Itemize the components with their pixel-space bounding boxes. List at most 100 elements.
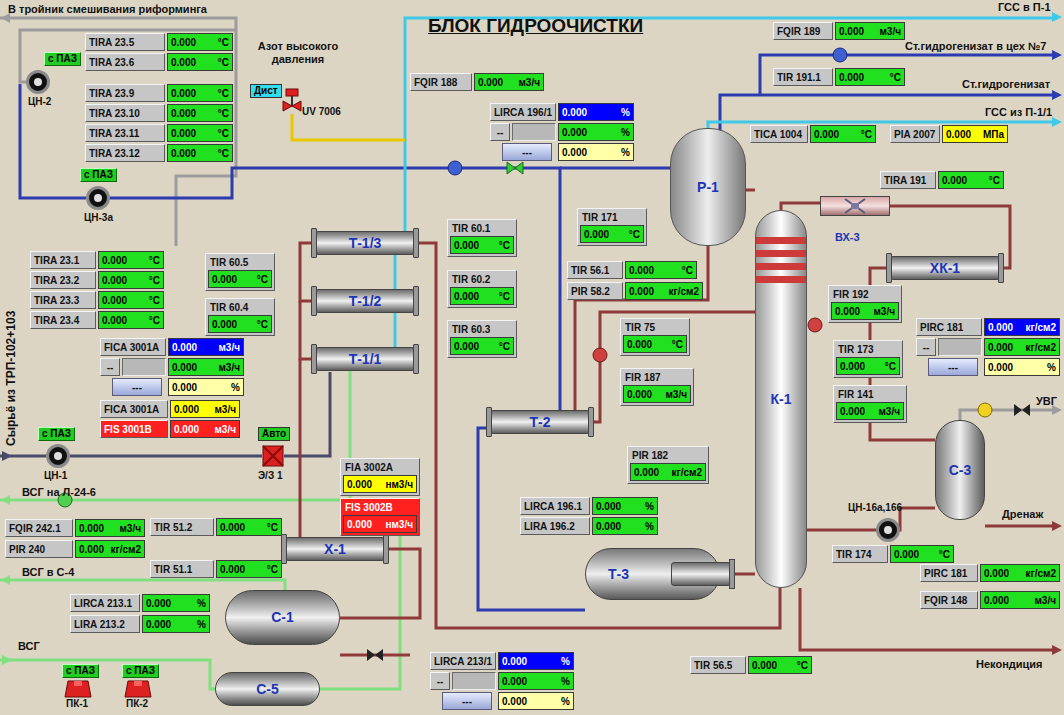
tag-unit: м3/ч	[873, 304, 895, 319]
tag-unit: кг/см2	[111, 542, 141, 557]
pump-icon[interactable]	[86, 186, 110, 210]
equipment[interactable]: Х-1	[285, 537, 385, 561]
tag-label: TIR 56.5	[690, 656, 746, 674]
equipment[interactable]: ХК-1	[890, 256, 1000, 280]
tag[interactable]: TIR 60.20.000°C	[447, 270, 517, 308]
tag-label: TIRA 191	[880, 171, 936, 189]
tag[interactable]: FQIR 1880.000м3/ч	[410, 73, 544, 91]
tag[interactable]: FQIR 1480.000м3/ч	[920, 591, 1060, 609]
setpoint-field[interactable]	[512, 123, 556, 141]
setpoint-field[interactable]	[452, 672, 496, 690]
pump-icon[interactable]	[876, 518, 900, 542]
tag[interactable]: TIR 60.40.000°C	[205, 298, 275, 336]
tag[interactable]: TIRA 23.40.000°C	[30, 311, 164, 329]
equipment[interactable]: Т-2	[490, 410, 590, 434]
tag[interactable]: FQIR 1890.000м3/ч	[773, 22, 905, 40]
controller-faceplate[interactable]: FICA 3001A0.000м3/ч--0.000м3/ч---0.000%	[100, 338, 244, 396]
tag[interactable]: FIR 1870.000м3/ч	[620, 368, 694, 406]
mode-badge[interactable]: Авто	[258, 427, 290, 441]
tag[interactable]: LIRA 196.20.000%	[520, 517, 658, 535]
tag[interactable]: PIA 20070.000МПа	[890, 125, 1008, 143]
equipment[interactable]: К-1	[755, 210, 807, 588]
tag[interactable]: LIRA 213.20.000%	[70, 615, 210, 633]
stream-label: В тройник смешивания риформинга	[8, 3, 207, 15]
mode-badge[interactable]: Дист	[250, 84, 282, 98]
tag[interactable]: TIR 51.10.000°C	[150, 560, 282, 578]
tag[interactable]: TIRA 23.50.000°C	[85, 33, 233, 51]
tag[interactable]: TIR 56.50.000°C	[690, 656, 812, 674]
controller-value: 0.000м3/ч	[168, 338, 244, 356]
equipment[interactable]: ВХ-3	[820, 196, 890, 216]
tag-reading: 0.000	[171, 86, 196, 101]
control-valve-icon[interactable]	[282, 88, 302, 114]
tag[interactable]: PIR 58.20.000кг/см2	[567, 282, 703, 300]
tag[interactable]: TIRA 23.110.000°C	[85, 124, 233, 142]
tag[interactable]: TIRA 23.20.000°C	[30, 271, 164, 289]
tag[interactable]: TIR 60.30.000°C	[447, 320, 517, 358]
tag-reading: 0.000	[171, 55, 196, 70]
output-button[interactable]: ---	[112, 378, 162, 396]
mode-button[interactable]: --	[100, 358, 120, 376]
equipment[interactable]: С-1	[225, 590, 340, 645]
tag[interactable]: PIR 1820.000кг/см2	[627, 446, 709, 484]
tag[interactable]: FICA 3001A0.000м3/ч	[100, 400, 240, 418]
output-button[interactable]: ---	[442, 692, 492, 710]
tag[interactable]: TIR 51.20.000°C	[150, 518, 282, 536]
compressor-icon[interactable]	[124, 680, 152, 698]
tag[interactable]: TIR 1740.000°C	[832, 545, 954, 563]
tag[interactable]: TIR 191.10.000°C	[773, 68, 905, 86]
tag[interactable]: TIR 60.50.000°C	[205, 253, 275, 291]
tag[interactable]: FQIR 242.10.000м3/ч	[5, 519, 145, 537]
tag[interactable]: TIRA 23.100.000°C	[85, 104, 233, 122]
equipment[interactable]: С-5	[215, 672, 320, 706]
equipment[interactable]: Р-1	[670, 128, 746, 246]
mode-button[interactable]: --	[430, 672, 450, 690]
tag-unit: °C	[149, 313, 160, 328]
tag[interactable]: FIR 1920.000м3/ч	[828, 285, 902, 323]
setpoint-field[interactable]	[122, 358, 166, 376]
pump-icon[interactable]	[26, 70, 50, 94]
tag[interactable]: TIR 1730.000°C	[833, 340, 903, 378]
tag[interactable]: TIR 56.10.000°C	[567, 261, 697, 279]
controller-faceplate[interactable]: LIRCA 213/10.000%--0.000%---0.000%	[430, 652, 574, 710]
tag[interactable]: TIRA 1910.000°C	[880, 171, 1004, 189]
tag[interactable]: FIA 3002A0.000нм3/ч	[340, 458, 420, 496]
tag[interactable]: LIRCA 213.10.000%	[70, 594, 210, 612]
tag[interactable]: TIRA 23.30.000°C	[30, 291, 164, 309]
tag[interactable]: TIRA 23.60.000°C	[85, 53, 233, 71]
tag[interactable]: LIRCA 196.10.000%	[520, 497, 658, 515]
equipment[interactable]: С-3	[935, 420, 985, 520]
equipment[interactable]: Т-1/3	[315, 231, 415, 255]
shutoff-valve-icon[interactable]	[262, 445, 284, 467]
tag[interactable]: TIRA 23.10.000°C	[30, 251, 164, 269]
tag[interactable]: TIR 60.10.000°C	[447, 219, 517, 257]
tag[interactable]: TIR 1710.000°C	[577, 208, 647, 246]
tag-reading: 0.000	[171, 146, 196, 161]
output-button[interactable]: ---	[928, 358, 978, 376]
mode-button[interactable]: --	[490, 123, 510, 141]
mode-button[interactable]: --	[916, 338, 936, 356]
controller-unit: %	[561, 654, 570, 669]
compressor-icon[interactable]	[64, 680, 92, 698]
tag[interactable]: TIRA 23.90.000°C	[85, 84, 233, 102]
tag-label: TIR 174	[832, 545, 888, 563]
tag[interactable]: TIR 750.000°C	[620, 318, 690, 356]
equipment[interactable]: Т-1/2	[315, 289, 415, 313]
compressor-shape-icon	[64, 680, 92, 698]
controller-faceplate[interactable]: LIRCA 196/10.000%--0.000%---0.000%	[490, 103, 634, 161]
output-button[interactable]: ---	[502, 143, 552, 161]
tag[interactable]: FIS 3001B0.000м3/ч	[100, 420, 240, 438]
tag-reading: 0.000	[220, 562, 245, 577]
equipment[interactable]: Т-1/1	[315, 347, 415, 371]
tag-unit: °C	[218, 126, 229, 141]
pump-icon[interactable]	[46, 444, 70, 468]
tag[interactable]: PIR 2400.000кг/см2	[5, 540, 145, 558]
tag[interactable]: FIR 1410.000м3/ч	[833, 385, 907, 423]
tag[interactable]: TICA 10040.000°C	[750, 125, 876, 143]
setpoint-field[interactable]	[938, 338, 982, 356]
tag[interactable]: TIRA 23.120.000°C	[85, 144, 233, 162]
tag[interactable]: PIRC 1810.000кг/см2	[920, 564, 1060, 582]
controller-faceplate[interactable]: PIRC 1810.000кг/см2--0.000кг/см2---0.000…	[916, 318, 1060, 376]
equipment[interactable]: Т-3	[585, 548, 720, 600]
tag[interactable]: FIS 3002B0.000нм3/ч	[340, 498, 420, 536]
